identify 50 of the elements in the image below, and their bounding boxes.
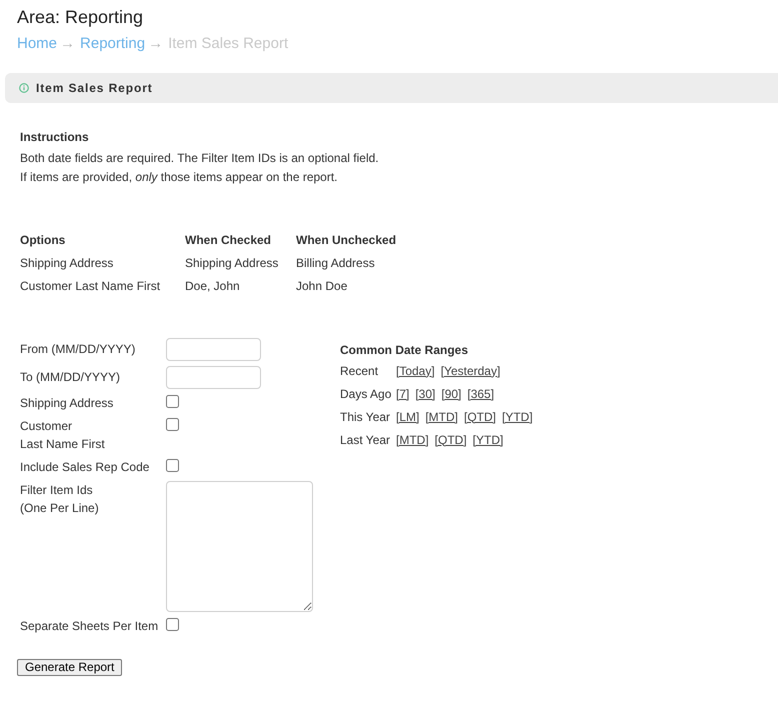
range-label: This Year (340, 408, 392, 426)
checkbox[interactable] (166, 418, 179, 431)
field-label: From (MM/DD/YYYY) (20, 341, 136, 358)
date-range-link[interactable]: [MTD] (396, 430, 429, 448)
date-range-link[interactable]: [MTD] (425, 408, 458, 426)
table-cell-text: Shipping Address (20, 254, 114, 272)
date-range-link[interactable]: [7] (396, 384, 410, 402)
panel-title: Item Sales Report (36, 81, 153, 95)
field-label: Filter Item Ids (One Per Line) (20, 482, 100, 517)
textarea-field[interactable] (166, 481, 313, 612)
date-range-link[interactable]: [QTD] (434, 430, 467, 448)
page-title: Area: Reporting (17, 6, 144, 28)
table-cell-text: Customer Last Name First (20, 278, 162, 294)
table-cell-text: Doe, John (185, 278, 241, 294)
date-range-link[interactable]: [LM] (396, 408, 420, 426)
table-cell-text: Billing Address (296, 254, 376, 272)
date-range-link[interactable]: [QTD] (464, 408, 496, 426)
field-label: Customer Last Name First (20, 418, 106, 453)
generate-report-button[interactable]: Generate Report (17, 659, 122, 676)
info-icon (19, 83, 29, 93)
date-range-link[interactable]: [YTD] (472, 430, 504, 448)
instructions-heading: Instructions (20, 129, 90, 146)
breadcrumb-separator: → (60, 34, 76, 54)
table-cell-text: Shipping Address (185, 254, 280, 272)
range-label: Recent (340, 362, 380, 380)
column-header: When Checked (185, 232, 272, 248)
date-range-link[interactable]: [30] (415, 384, 436, 402)
field-label: Include Sales Rep Code (20, 459, 150, 476)
date-range-link[interactable]: [90] (441, 384, 462, 402)
date-ranges-heading: Common Date Ranges (340, 342, 470, 359)
breadcrumb-separator: → (148, 34, 164, 54)
column-header: Options (20, 232, 66, 248)
field-label: Shipping Address (20, 395, 114, 412)
date-range-link[interactable]: [365] (467, 384, 494, 402)
instructions-text: Both date fields are required. The Filter Item IDs is an optional field. (20, 150, 380, 167)
date-input-field[interactable] (166, 338, 261, 361)
range-label: Last Year (340, 432, 392, 448)
instructions-text: If items are provided, only those items appear on the report. (20, 169, 339, 186)
date-range-link[interactable]: [Today] (396, 362, 435, 380)
date-input-field[interactable] (166, 366, 261, 389)
field-label: Separate Sheets Per Item (20, 618, 160, 635)
checkbox[interactable] (166, 459, 179, 472)
date-range-link[interactable]: [YTD] (502, 408, 533, 426)
table-cell-text: John Doe (296, 278, 348, 294)
checkbox[interactable] (166, 618, 179, 631)
field-label: To (MM/DD/YYYY) (20, 369, 122, 386)
date-range-link[interactable]: [Yesterday] (440, 362, 500, 380)
checkbox[interactable] (166, 395, 179, 408)
range-label: Days Ago (340, 386, 392, 402)
column-header: When Unchecked (296, 232, 396, 248)
